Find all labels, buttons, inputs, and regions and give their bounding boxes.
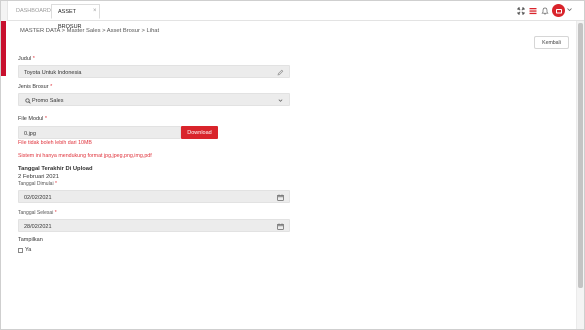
- tanggal-dimulai-field[interactable]: 02/02/2021: [18, 190, 290, 203]
- logo-strip: [1, 1, 8, 21]
- jenis-brosur-value: Promo Sales: [32, 97, 64, 104]
- tampilkan-label: Tampilkan: [18, 237, 43, 243]
- last-upload-value: 2 Februari 2021: [18, 174, 59, 180]
- tanggal-selesai-field[interactable]: 28/02/2021: [18, 219, 290, 232]
- file-format-error: Sistem ini hanya mendukung format jpg,jp…: [18, 153, 152, 159]
- judul-label: Judul *: [18, 56, 35, 62]
- expand-icon[interactable]: [516, 6, 526, 16]
- download-button[interactable]: Download: [181, 126, 218, 139]
- calendar-icon[interactable]: [277, 223, 284, 230]
- judul-value: Toyota Untuk Indonesia: [24, 69, 82, 76]
- tanggal-selesai-value: 28/02/2021: [24, 223, 52, 230]
- calendar-icon[interactable]: [277, 194, 284, 201]
- scrollbar-thumb[interactable]: [578, 23, 583, 288]
- file-modul-field: 0.jpg: [18, 126, 181, 139]
- search-icon: [24, 97, 31, 104]
- file-size-error: File tidak boleh lebih dari 10MB: [18, 140, 92, 146]
- judul-field[interactable]: Toyota Untuk Indonesia: [18, 65, 290, 78]
- top-bar: DASHBOARD ASSET BROSUR ×: [1, 1, 584, 30]
- app-window: DASHBOARD ASSET BROSUR × MASTER DATA > M…: [0, 0, 585, 330]
- user-icon[interactable]: [552, 4, 565, 17]
- file-modul-value: 0.jpg: [24, 130, 36, 137]
- tampilkan-checkbox[interactable]: [18, 248, 23, 253]
- tab-close-icon[interactable]: ×: [93, 5, 97, 18]
- main-content: MASTER DATA > Master Sales > Asset Brosu…: [8, 21, 577, 329]
- tampilkan-ya-label: Ya: [25, 247, 32, 253]
- kembali-button[interactable]: Kembali: [534, 36, 569, 49]
- breadcrumb: MASTER DATA > Master Sales > Asset Brosu…: [20, 28, 160, 34]
- last-upload-heading: Tanggal Terakhir Di Upload: [18, 166, 93, 172]
- file-modul-label: File Modul *: [18, 116, 48, 122]
- tanggal-dimulai-label: Tanggal Dimulai *: [18, 181, 57, 187]
- jenis-brosur-label: Jenis Brosur *: [18, 84, 53, 90]
- tanggal-dimulai-value: 02/02/2021: [24, 194, 52, 201]
- tanggal-selesai-label: Tanggal Selesai *: [18, 210, 57, 216]
- bell-icon[interactable]: [540, 6, 550, 16]
- sidebar-accent: [1, 21, 6, 76]
- chevron-down-icon[interactable]: [567, 7, 572, 14]
- jenis-brosur-select[interactable]: Promo Sales: [18, 93, 290, 106]
- chevron-down-icon: [277, 97, 284, 104]
- pencil-icon: [277, 69, 284, 76]
- list-icon[interactable]: [528, 6, 538, 16]
- vertical-scrollbar[interactable]: [576, 21, 584, 329]
